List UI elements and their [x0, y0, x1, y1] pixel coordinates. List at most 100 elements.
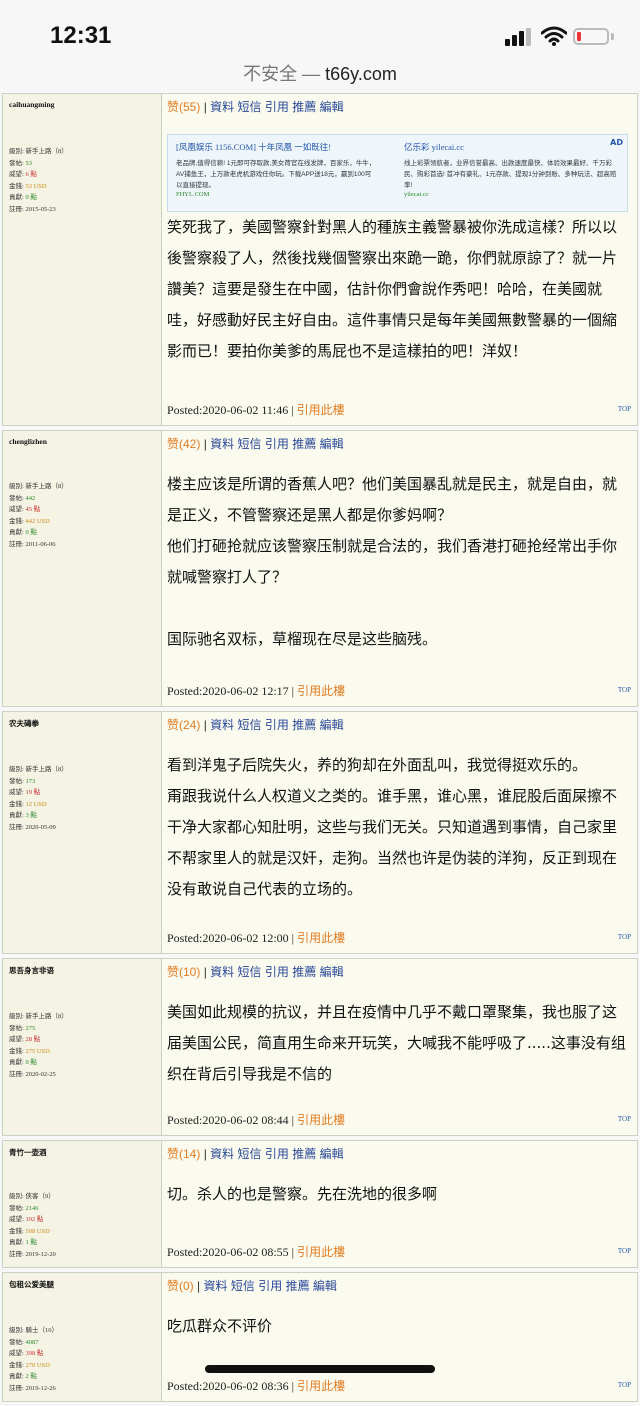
recommend-link[interactable]: 推薦	[292, 1147, 316, 1161]
profile-link[interactable]: 資料	[210, 1147, 234, 1161]
user-posts: 442	[25, 494, 36, 502]
quote-link[interactable]: 引用	[258, 1279, 282, 1293]
edit-link[interactable]: 編輯	[320, 100, 344, 114]
post-body: 楼主应该是所谓的香蕉人吧？他们美国暴乱就是民主，就是自由，就是正义，不管警察还是…	[167, 469, 631, 655]
user-stats: 級別: 新手上路（8） 發帖: 442 威望: 45 點 金錢: 442 USD…	[9, 483, 68, 548]
user-info-pane: 包租公爱美腿 級別: 騎士（10） 發帖: 4087 威望: 398 點 金錢:…	[3, 1273, 162, 1401]
recommend-link[interactable]: 推薦	[292, 965, 316, 979]
user-contrib: 1 點	[25, 1239, 37, 1246]
like-button[interactable]: 赞(24)	[167, 718, 200, 732]
back-to-top-link[interactable]: TOP	[618, 1115, 631, 1123]
user-prestige: 192 點	[25, 1216, 44, 1223]
back-to-top-link[interactable]: TOP	[618, 1381, 631, 1389]
recommend-link[interactable]: 推薦	[286, 1279, 310, 1293]
like-button[interactable]: 赞(55)	[167, 100, 200, 114]
username[interactable]: 农夫碡拳	[9, 718, 39, 729]
home-indicator[interactable]	[205, 1365, 435, 1373]
post-content: 赞(10) | 資料 短信 引用 推薦 編輯 美国如此规模的抗议，并且在疫情中几…	[167, 959, 631, 1135]
status-bar: 12:31	[0, 0, 640, 60]
quote-link[interactable]: 引用	[265, 718, 289, 732]
user-reg: 2019-12-26	[25, 1384, 56, 1392]
edit-link[interactable]: 編輯	[320, 437, 344, 451]
post-content: 赞(14) | 資料 短信 引用 推薦 編輯 切。杀人的也是警察。先在洗地的很多…	[167, 1141, 631, 1267]
recommend-link[interactable]: 推薦	[292, 437, 316, 451]
quote-floor-link[interactable]: 引用此樓	[297, 1379, 345, 1393]
quote-floor-link[interactable]: 引用此樓	[297, 1113, 345, 1127]
post: chenglizhen 級別: 新手上路（8） 發帖: 442 威望: 45 點…	[2, 430, 638, 707]
post-body: 美国如此规模的抗议，并且在疫情中几乎不戴口罩聚集，我也服了这届美国公民，简直用生…	[167, 997, 631, 1090]
profile-link[interactable]: 資料	[210, 437, 234, 451]
edit-link[interactable]: 編輯	[320, 965, 344, 979]
quote-floor-link[interactable]: 引用此樓	[297, 931, 345, 945]
quote-floor-link[interactable]: 引用此樓	[297, 684, 345, 698]
user-level: 新手上路（8）	[25, 148, 68, 155]
edit-link[interactable]: 編輯	[320, 718, 344, 732]
post-body: 笑死我了，美國警察針對黑人的種族主義警暴被你洗成這樣？所以以後警察殺了人，然後找…	[167, 212, 631, 367]
username[interactable]: 思吾身言非语	[9, 965, 54, 976]
like-button[interactable]: 赞(14)	[167, 1147, 200, 1161]
back-to-top-link[interactable]: TOP	[618, 686, 631, 694]
sms-link[interactable]: 短信	[238, 965, 262, 979]
user-contrib: 3 點	[25, 812, 37, 819]
back-to-top-link[interactable]: TOP	[618, 933, 631, 941]
address-bar[interactable]: 不安全 — t66y.com	[0, 60, 640, 92]
post-list: caihuangming 級別: 新手上路（8） 發帖: 53 威望: 6 點 …	[0, 93, 640, 1406]
post-time: 2020-06-02 12:00	[202, 931, 289, 945]
user-level: 騎士（10）	[25, 1327, 58, 1334]
username[interactable]: chenglizhen	[9, 437, 47, 446]
post-content: 赞(24) | 資料 短信 引用 推薦 編輯 看到洋鬼子后院失火，养的狗却在外面…	[167, 712, 631, 953]
back-to-top-link[interactable]: TOP	[618, 405, 631, 413]
like-button[interactable]: 赞(10)	[167, 965, 200, 979]
ad-left[interactable]: [凤凰娱乐 1156.COM] 十年凤凰 一如既往! 老品牌,值得信赖! 1元即…	[176, 141, 376, 198]
sms-link[interactable]: 短信	[231, 1279, 255, 1293]
profile-link[interactable]: 資料	[210, 965, 234, 979]
user-contrib: 0 點	[25, 529, 37, 536]
username[interactable]: 包租公爱美腿	[9, 1279, 54, 1290]
quote-link[interactable]: 引用	[265, 100, 289, 114]
sms-link[interactable]: 短信	[238, 718, 262, 732]
insecure-label: 不安全	[243, 64, 298, 84]
post-paragraph: 美国如此规模的抗议，并且在疫情中几乎不戴口罩聚集，我也服了这届美国公民，简直用生…	[167, 1003, 626, 1083]
quote-link[interactable]: 引用	[265, 1147, 289, 1161]
quote-link[interactable]: 引用	[265, 437, 289, 451]
recommend-link[interactable]: 推薦	[292, 718, 316, 732]
post-paragraph: 看到洋鬼子后院失火，养的狗却在外面乱叫，我觉得挺欢乐的。	[167, 756, 588, 774]
recommend-link[interactable]: 推薦	[292, 100, 316, 114]
edit-link[interactable]: 編輯	[313, 1279, 337, 1293]
back-to-top-link[interactable]: TOP	[618, 1247, 631, 1255]
like-button[interactable]: 赞(0)	[167, 1279, 194, 1293]
username[interactable]: caihuangming	[9, 100, 54, 109]
quote-floor-link[interactable]: 引用此樓	[297, 403, 345, 417]
edit-link[interactable]: 編輯	[320, 1147, 344, 1161]
profile-link[interactable]: 資料	[210, 718, 234, 732]
post-body: 切。杀人的也是警察。先在洗地的很多啊	[167, 1179, 437, 1210]
quote-link[interactable]: 引用	[265, 965, 289, 979]
quote-floor-link[interactable]: 引用此樓	[297, 1245, 345, 1259]
post-meta: Posted:2020-06-02 12:17 | 引用此樓	[167, 684, 346, 698]
sms-link[interactable]: 短信	[238, 437, 262, 451]
post-paragraph: 切。杀人的也是警察。先在洗地的很多啊	[167, 1185, 438, 1203]
post-paragraph: 他们打砸抢就应该警察压制就是合法的，我们香港打砸抢经常出手你就喊警察打人了？	[167, 537, 618, 586]
username[interactable]: 青竹一壶酒	[9, 1147, 47, 1158]
user-level: 新手上路（8）	[25, 483, 68, 490]
post: 包租公爱美腿 級別: 騎士（10） 發帖: 4087 威望: 398 點 金錢:…	[2, 1272, 638, 1402]
sms-link[interactable]: 短信	[238, 1147, 262, 1161]
status-time: 12:31	[50, 22, 112, 49]
post-body: 吃瓜群众不评价	[167, 1311, 272, 1342]
like-button[interactable]: 赞(42)	[167, 437, 200, 451]
user-level: 新手上路（8）	[25, 1013, 68, 1020]
post-meta: Posted:2020-06-02 08:44 | 引用此樓	[167, 1113, 346, 1127]
ad-right[interactable]: 亿乐彩 yilecai.cc 线上彩票领航者，业界信誉最高、出款速度最快、体验效…	[404, 141, 624, 198]
profile-link[interactable]: 資料	[203, 1279, 227, 1293]
post-body: 看到洋鬼子后院失火，养的狗却在外面乱叫，我觉得挺欢乐的。 甭跟我说什么人权道义之类…	[167, 750, 631, 905]
user-reg: 2020-02-25	[25, 1070, 56, 1078]
user-level: 新手上路（8）	[25, 766, 68, 773]
user-info-pane: 思吾身言非语 級別: 新手上路（8） 發帖: 275 威望: 28 點 金錢: …	[3, 959, 162, 1135]
user-reg: 2019-12-20	[25, 1250, 56, 1258]
post-meta: Posted:2020-06-02 12:00 | 引用此樓	[167, 931, 346, 945]
profile-link[interactable]: 資料	[210, 100, 234, 114]
sms-link[interactable]: 短信	[238, 100, 262, 114]
ad-banner[interactable]: AD [凤凰娱乐 1156.COM] 十年凤凰 一如既往! 老品牌,值得信赖! …	[167, 134, 628, 212]
user-posts: 53	[25, 159, 32, 167]
user-posts: 275	[25, 1024, 36, 1032]
